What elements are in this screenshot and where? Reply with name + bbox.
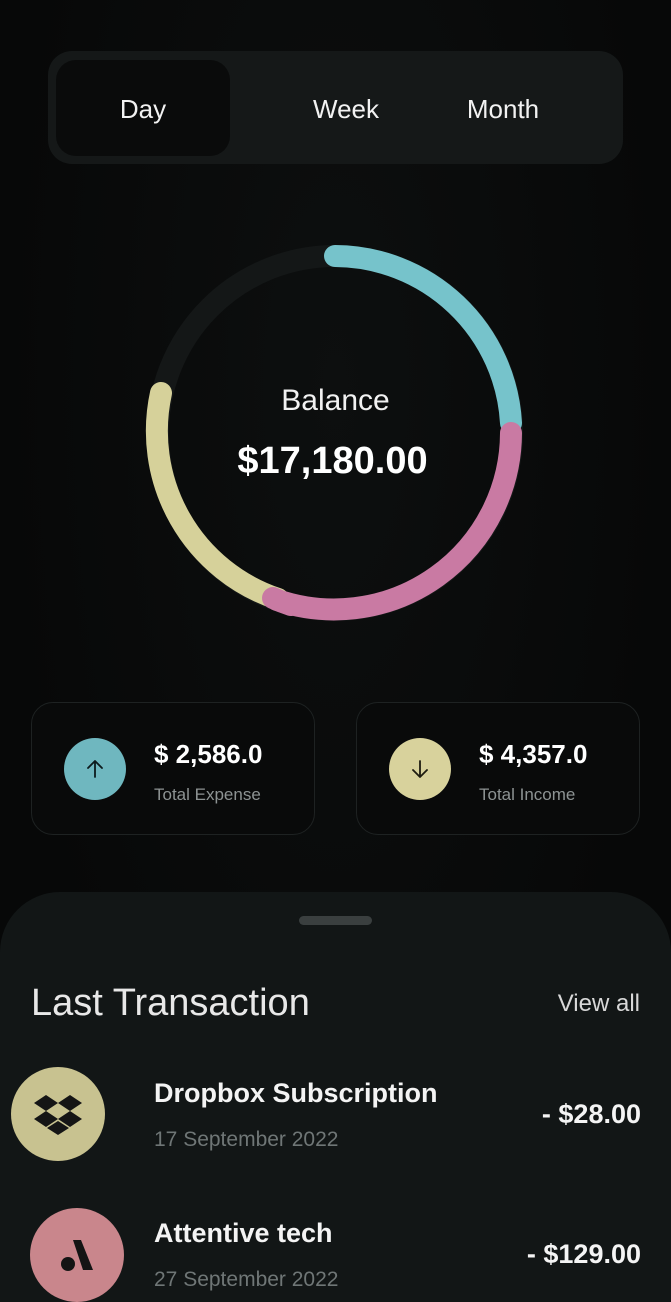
balance-value: $17,180.00 [237,440,428,482]
tab-day[interactable]: Day [56,92,230,126]
total-income-value: $ 4,357.0 [479,739,588,769]
total-expense-label: Total Expense [154,785,261,804]
attentive-logo-icon [30,1208,124,1302]
transactions-bottom-sheet: Last Transaction View all Dropbox Subscr… [0,892,671,1302]
view-all-link[interactable]: View all [558,990,640,1018]
balance-label: Balance [281,384,390,417]
tab-week[interactable]: Week [264,92,428,126]
transaction-title: Attentive tech [154,1218,333,1248]
tab-month[interactable]: Month [428,92,578,126]
total-income-label: Total Income [479,785,576,804]
arrow-up-icon [64,738,126,800]
sheet-drag-handle[interactable] [299,916,372,925]
donut-segment-income-cap [262,587,302,616]
arrow-down-icon [389,738,451,800]
total-expense-value: $ 2,586.0 [154,739,263,769]
last-transaction-title: Last Transaction [31,982,310,1024]
transaction-date: 17 September 2022 [154,1128,339,1151]
transaction-date: 27 September 2022 [154,1268,339,1291]
transaction-amount: - $28.00 [541,1099,641,1129]
total-expense-card[interactable]: $ 2,586.0 Total Expense [31,702,315,835]
transaction-title: Dropbox Subscription [154,1078,438,1108]
balance-donut-chart [145,245,523,621]
total-income-card[interactable]: $ 4,357.0 Total Income [356,702,640,835]
donut-segment-other [145,382,289,610]
transaction-amount: - $129.00 [526,1239,641,1269]
screen: Day Week Month Balance $17,180.00 $ 2,58… [0,0,671,1302]
dropbox-icon [11,1067,105,1161]
